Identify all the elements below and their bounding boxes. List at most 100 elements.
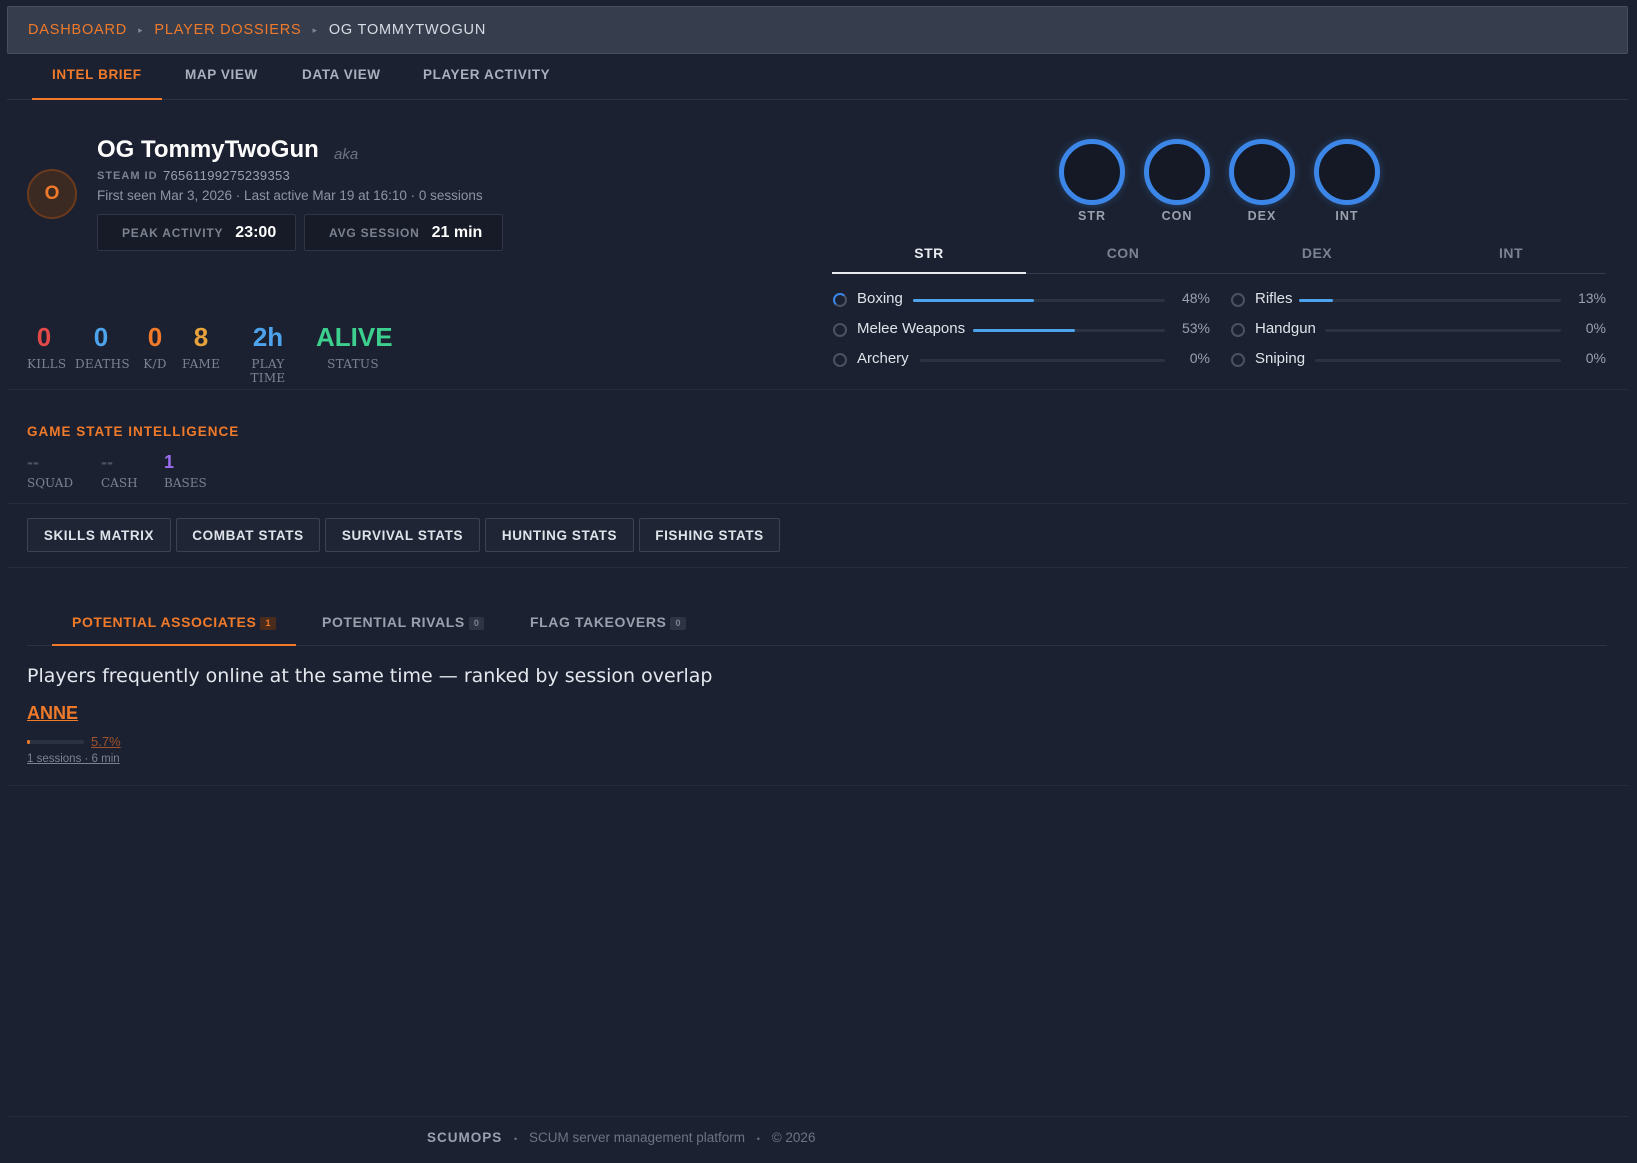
player-name: OG TommyTwoGun (97, 136, 319, 163)
footer-separator: • (756, 1134, 760, 1144)
tab-data-view[interactable]: DATA VIEW (282, 62, 401, 100)
skill-tab-con[interactable]: CON (1026, 238, 1220, 274)
skill-percent: 0% (1585, 320, 1606, 336)
skill-row-boxing: Boxing 48% (833, 289, 1210, 313)
skill-tab-str[interactable]: STR (832, 238, 1026, 274)
footer-tagline: SCUM server management platform (528, 1130, 746, 1145)
count-badge: 1 (260, 616, 277, 630)
breadcrumb-current: OG TOMMYTWOGUN (328, 22, 487, 38)
fishing-stats-button[interactable]: FISHING STATS (639, 518, 780, 552)
player-aka: aka (334, 146, 359, 163)
skill-bar-fill (1299, 299, 1334, 302)
tab-player-activity[interactable]: PLAYER ACTIVITY (403, 62, 570, 100)
stat-label: DEATHS (75, 357, 130, 371)
breadcrumb-separator-icon: ▸ (312, 24, 318, 35)
game-state-label: CASH (101, 476, 138, 490)
game-state-bases: 1 BASES (164, 452, 207, 490)
attribute-ring-int[interactable] (1314, 139, 1380, 205)
skill-progress-ring-icon (1231, 323, 1245, 337)
skill-bar-track (1325, 329, 1561, 332)
section-divider (7, 503, 1628, 504)
steam-id-value: 76561199275239353 (163, 168, 291, 183)
skill-name: Boxing (857, 290, 903, 307)
stat-value: 0 (36, 322, 52, 352)
skill-bar-track (913, 299, 1165, 302)
skill-bar-fill (973, 329, 1075, 332)
footer-divider (7, 1116, 1628, 1117)
breadcrumb-dashboard-link[interactable]: DASHBOARD (28, 22, 127, 38)
game-state-value: -- (101, 452, 113, 472)
attribute-label-int: INT (1335, 209, 1359, 223)
attribute-ring-con[interactable] (1144, 139, 1210, 205)
section-divider (7, 567, 1628, 568)
skill-bar-track (920, 359, 1165, 362)
associate-overlap-percent[interactable]: 5.7% (91, 734, 121, 749)
attribute-ring-dex[interactable] (1229, 139, 1295, 205)
attribute-label-str: STR (1078, 209, 1106, 223)
peak-activity-box: PEAK ACTIVITY 23:00 (97, 214, 296, 251)
survival-stats-button[interactable]: SURVIVAL STATS (325, 518, 480, 552)
skill-percent: 0% (1189, 350, 1210, 366)
stat-label: KILLS (27, 357, 67, 371)
skill-row-handgun: Handgun 0% (1231, 319, 1606, 343)
skill-percent: 0% (1585, 350, 1606, 366)
count-badge: 0 (670, 616, 687, 630)
stat-label: K/D (143, 357, 167, 371)
associate-session-meta[interactable]: 1 sessions · 6 min (27, 753, 120, 765)
steam-id-label: STEAM ID (97, 170, 158, 182)
avg-session-value: 21 min (431, 223, 483, 241)
tab-label: POTENTIAL ASSOCIATES (72, 614, 257, 630)
tab-flag-takeovers[interactable]: FLAG TAKEOVERS 0 (510, 606, 706, 646)
stat-play-time: 2h PLAY TIME (232, 322, 304, 385)
skill-tab-int[interactable]: INT (1414, 238, 1608, 274)
game-state-value: 1 (164, 452, 175, 472)
stat-value: 0 (147, 322, 163, 352)
skill-row-rifles: Rifles 13% (1231, 289, 1606, 313)
game-state-squad: -- SQUAD (27, 452, 73, 490)
skill-name: Melee Weapons (857, 320, 966, 337)
section-divider (7, 389, 1628, 390)
skill-bar-track (1315, 359, 1561, 362)
skill-row-archery: Archery 0% (833, 349, 1210, 373)
skill-name: Handgun (1255, 320, 1316, 337)
breadcrumb-player-dossiers-link[interactable]: PLAYER DOSSIERS (154, 22, 301, 38)
associate-overlap-fill (27, 740, 31, 744)
tab-potential-rivals[interactable]: POTENTIAL RIVALS 0 (302, 606, 504, 646)
associate-name-link[interactable]: ANNE (27, 703, 78, 724)
section-divider (7, 785, 1628, 786)
avg-session-label: AVG SESSION (329, 225, 420, 240)
peak-activity-label: PEAK ACTIVITY (122, 225, 224, 240)
attribute-ring-str[interactable] (1059, 139, 1125, 205)
footer-copyright: © 2026 (771, 1130, 816, 1145)
skill-category-tabs: STR CON DEX INT (832, 238, 1606, 274)
skill-percent: 53% (1181, 320, 1210, 336)
attribute-label-con: CON (1161, 209, 1193, 223)
stat-status: ALIVE STATUS (316, 322, 393, 371)
skill-progress-ring-icon (1231, 293, 1245, 307)
peak-activity-value: 23:00 (235, 223, 277, 241)
skill-tab-dex[interactable]: DEX (1220, 238, 1414, 274)
skill-percent: 48% (1181, 290, 1210, 306)
stat-kills: 0 KILLS (27, 322, 67, 371)
skill-percent: 13% (1577, 290, 1606, 306)
stat-value: 0 (93, 322, 109, 352)
game-state-cash: -- CASH (101, 452, 138, 490)
skill-bar-fill (913, 299, 1034, 302)
tab-map-view[interactable]: MAP VIEW (165, 62, 278, 100)
skill-progress-ring-icon (833, 323, 847, 337)
tab-potential-associates[interactable]: POTENTIAL ASSOCIATES 1 (52, 606, 297, 646)
stat-value: 8 (193, 322, 209, 352)
skill-progress-ring-icon (1231, 353, 1245, 367)
tab-intel-brief[interactable]: INTEL BRIEF (32, 62, 162, 100)
avatar: O (27, 169, 77, 219)
breadcrumb-separator-icon: ▸ (138, 24, 144, 35)
skills-matrix-button[interactable]: SKILLS MATRIX (27, 518, 171, 552)
combat-stats-button[interactable]: COMBAT STATS (176, 518, 320, 552)
avg-session-box: AVG SESSION 21 min (304, 214, 503, 251)
footer-brand: SCUMOPS (427, 1130, 503, 1145)
skill-bar-track (1299, 299, 1561, 302)
hunting-stats-button[interactable]: HUNTING STATS (485, 518, 634, 552)
stat-value: 2h (252, 322, 284, 352)
attribute-label-dex: DEX (1247, 209, 1277, 223)
skill-progress-ring-icon (833, 293, 847, 307)
